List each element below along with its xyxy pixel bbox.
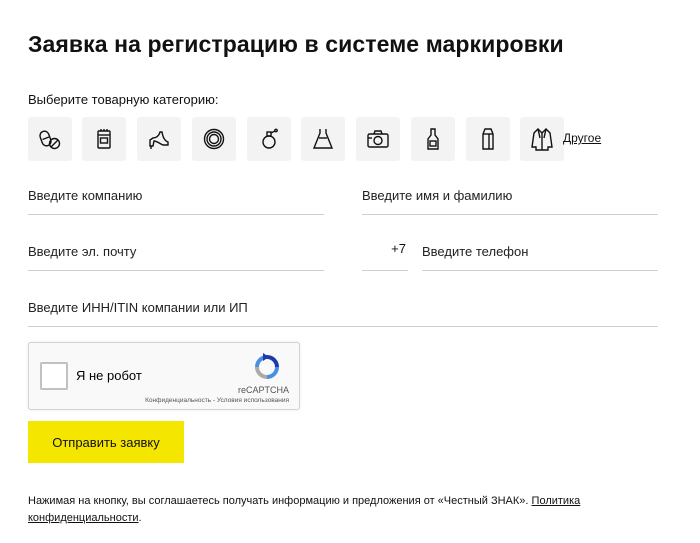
recaptcha-links[interactable]: Конфиденциальность - Условия использован… <box>145 397 289 404</box>
consent-message: Нажимая на кнопку, вы соглашаетесь получ… <box>28 495 532 507</box>
category-fur[interactable] <box>520 117 564 161</box>
category-dairy[interactable] <box>466 117 510 161</box>
milk-carton-icon <box>482 128 494 150</box>
submit-application-button[interactable]: Отправить заявку <box>28 421 184 463</box>
company-field-wrap <box>28 184 324 215</box>
consent-text: Нажимая на кнопку, вы соглашаетесь получ… <box>28 493 668 527</box>
tire-icon <box>203 128 225 150</box>
beer-bottle-icon <box>427 128 439 150</box>
phone-input[interactable] <box>422 240 658 262</box>
phone-prefix: +7 <box>362 240 408 271</box>
inn-field-wrap <box>28 296 658 327</box>
category-tobacco[interactable] <box>82 117 126 161</box>
fur-coat-icon <box>531 128 553 151</box>
perfume-bottle-icon <box>262 128 278 149</box>
phone-prefix-text: +7 <box>391 241 406 256</box>
email-input[interactable] <box>28 240 324 262</box>
page-title: Заявка на регистрацию в системе маркиров… <box>28 31 564 57</box>
recaptcha-widget: Я не робот reCAPTCHA Конфиденциальность … <box>28 342 300 410</box>
category-perfume[interactable] <box>247 117 291 161</box>
category-pills[interactable] <box>28 117 72 161</box>
category-clothing[interactable] <box>301 117 345 161</box>
consent-end: . <box>138 512 142 524</box>
inn-input[interactable] <box>28 296 658 318</box>
recaptcha-brand: reCAPTCHA <box>237 385 289 395</box>
category-other-link[interactable]: Другое <box>563 131 601 145</box>
pills-icon <box>39 130 61 150</box>
dress-icon <box>312 129 334 149</box>
full-name-input[interactable] <box>362 184 658 206</box>
company-input[interactable] <box>28 184 324 206</box>
camera-icon <box>367 130 389 148</box>
email-field-wrap <box>28 240 324 271</box>
phone-field-wrap <box>422 240 658 271</box>
category-photo[interactable] <box>356 117 400 161</box>
category-label: Выберите товарную категорию: <box>28 92 219 107</box>
recaptcha-checkbox[interactable] <box>40 362 68 390</box>
category-shoes[interactable] <box>137 117 181 161</box>
category-tires[interactable] <box>192 117 236 161</box>
recaptcha-label: Я не робот <box>76 368 142 383</box>
name-field-wrap <box>362 184 658 215</box>
recaptcha-logo-icon <box>255 353 279 379</box>
category-beverages[interactable] <box>411 117 455 161</box>
high-heel-shoe-icon <box>149 131 169 149</box>
tobacco-pack-icon <box>97 129 111 149</box>
